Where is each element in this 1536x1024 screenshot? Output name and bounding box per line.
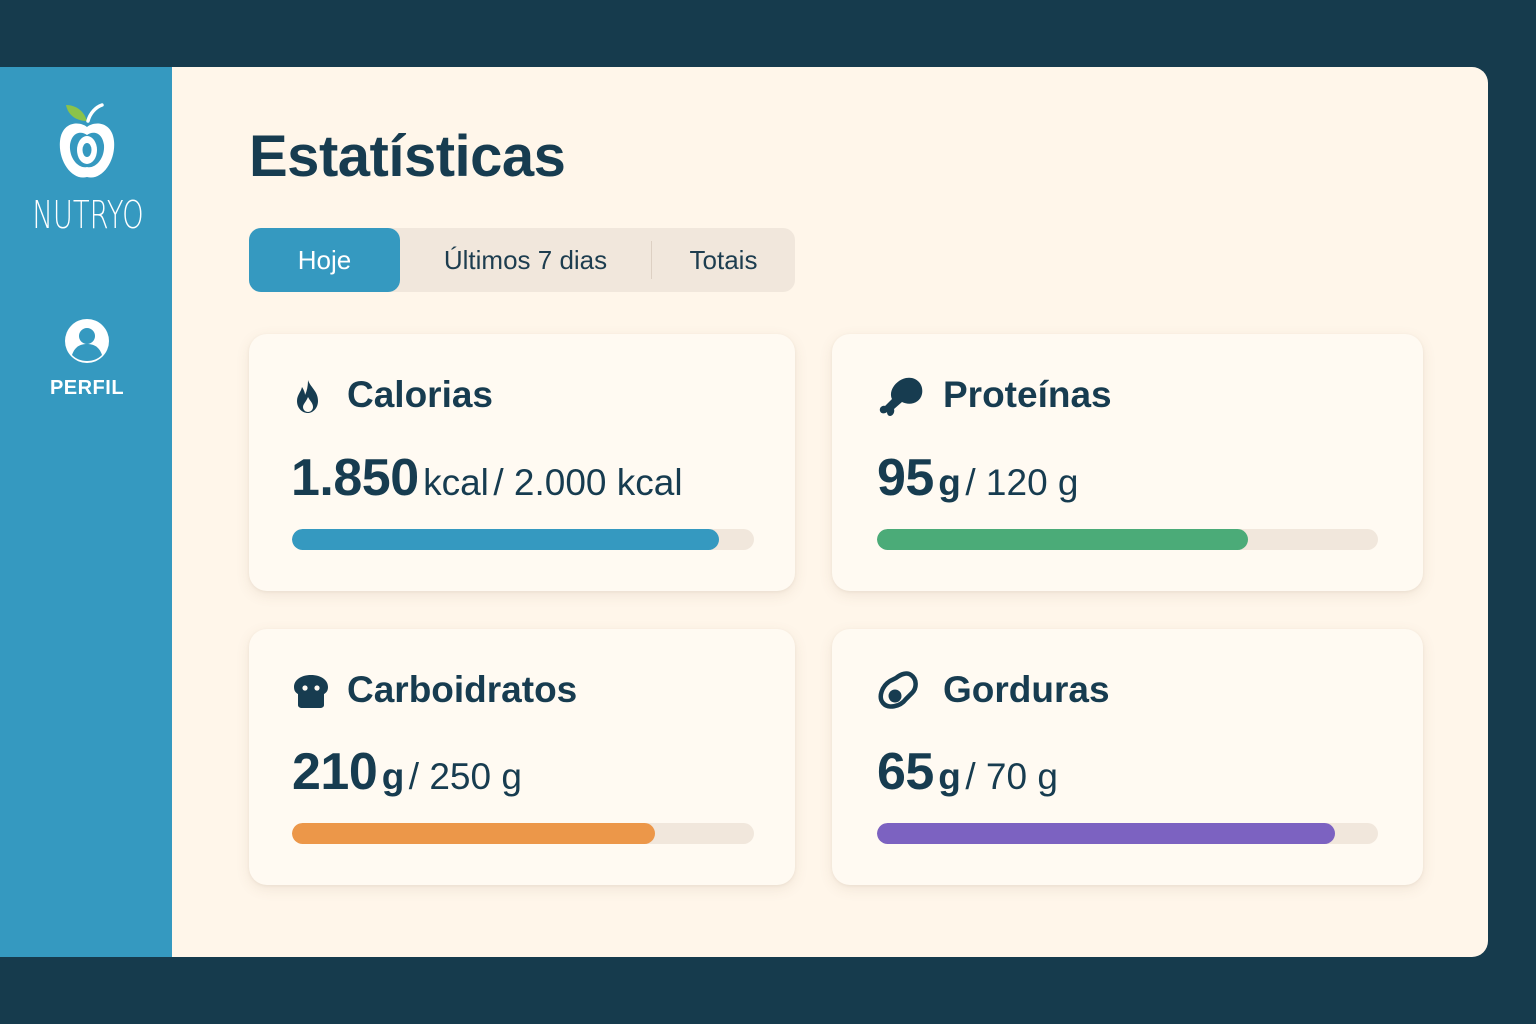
calorias-unit: kcal [423,462,489,503]
calorias-card[interactable]: Calorias 1.850 kcal / 2.000 kcal [249,334,795,591]
gorduras-unit: g [938,756,961,797]
apple-logo-icon [59,103,115,178]
calorias-value-line: 1.850 kcal / 2.000 kcal [291,448,683,508]
gorduras-goal: / 70 g [965,756,1058,797]
user-profile-icon[interactable] [64,318,110,364]
proteinas-value: 95 [877,449,934,507]
app-window: NUTRYO PERFIL Estatísticas Hoje Últimos … [0,67,1488,957]
tab-totais[interactable]: Totais [652,228,795,292]
avocado-icon [878,671,918,709]
drumstick-icon [879,377,923,416]
proteinas-card[interactable]: Proteínas 95 g / 120 g [832,334,1423,591]
calorias-goal: / 2.000 kcal [493,462,683,503]
sidebar-item-perfil[interactable]: PERFIL [0,377,174,400]
carboidratos-unit: g [381,756,405,797]
carboidratos-progress-fill [292,823,656,844]
proteinas-unit: g [938,462,961,503]
gorduras-value: 65 [877,743,934,801]
flame-icon [297,380,318,413]
gorduras-progress-fill [877,823,1335,844]
proteinas-progress-fill [877,529,1248,550]
proteinas-title: Proteínas [943,374,1112,415]
main-content: Estatísticas Hoje Últimos 7 dias Totais … [172,67,1488,957]
calorias-progress-track [292,529,754,550]
gorduras-title: Gorduras [943,669,1110,710]
calorias-progress-fill [292,529,720,550]
carboidratos-goal: / 250 g [408,756,522,797]
carboidratos-progress-track [292,823,754,844]
period-tabs: Hoje Últimos 7 dias Totais [249,228,795,292]
tab-ultimos-7-dias[interactable]: Últimos 7 dias [400,228,651,292]
carboidratos-value: 210 [292,743,378,801]
bread-icon [294,675,328,708]
gorduras-card[interactable]: Gorduras 65 g / 70 g [832,629,1423,885]
tab-hoje[interactable]: Hoje [249,228,400,292]
app-logo-text: NUTRYO [32,193,144,237]
calorias-value: 1.850 [291,449,419,507]
proteinas-value-line: 95 g / 120 g [877,448,1079,508]
proteinas-progress-track [877,529,1378,550]
page-title: Estatísticas [249,124,566,189]
gorduras-progress-track [877,823,1378,844]
calorias-title: Calorias [347,374,494,415]
proteinas-goal: / 120 g [965,462,1079,503]
carboidratos-value-line: 210 g / 250 g [292,742,522,802]
sidebar: NUTRYO PERFIL [0,67,172,957]
carboidratos-card[interactable]: Carboidratos 210 g / 250 g [249,629,795,885]
carboidratos-title: Carboidratos [347,669,578,710]
gorduras-value-line: 65 g / 70 g [877,742,1058,802]
